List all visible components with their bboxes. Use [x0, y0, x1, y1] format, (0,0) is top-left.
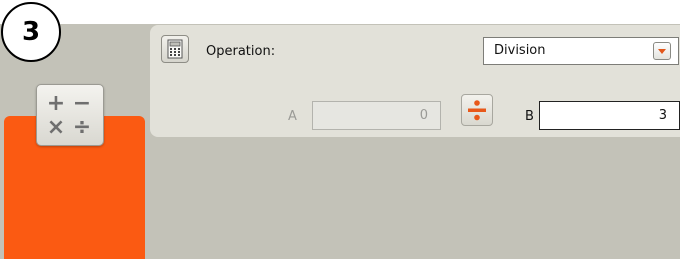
input-b-label: B	[525, 109, 534, 124]
calculator-icon	[161, 35, 189, 63]
input-a-field: 0	[312, 101, 441, 130]
input-a-label: A	[288, 109, 297, 124]
operation-label: Operation:	[206, 44, 276, 59]
divide-icon[interactable]	[461, 94, 493, 126]
plus-symbol: +	[46, 91, 66, 116]
input-a-value: 0	[419, 108, 428, 123]
chevron-down-icon[interactable]	[653, 42, 671, 60]
step-number-badge: 3	[1, 2, 61, 62]
input-b-value: 3	[658, 108, 667, 123]
operation-select-value: Division	[494, 43, 546, 58]
operation-select[interactable]: Division	[483, 37, 679, 65]
divide-symbol: ÷	[72, 115, 92, 140]
minus-symbol: −	[72, 91, 92, 116]
times-symbol: ×	[46, 115, 66, 140]
math-block-icon[interactable]: + − × ÷	[36, 84, 104, 146]
input-b-field[interactable]: 3	[539, 101, 680, 130]
